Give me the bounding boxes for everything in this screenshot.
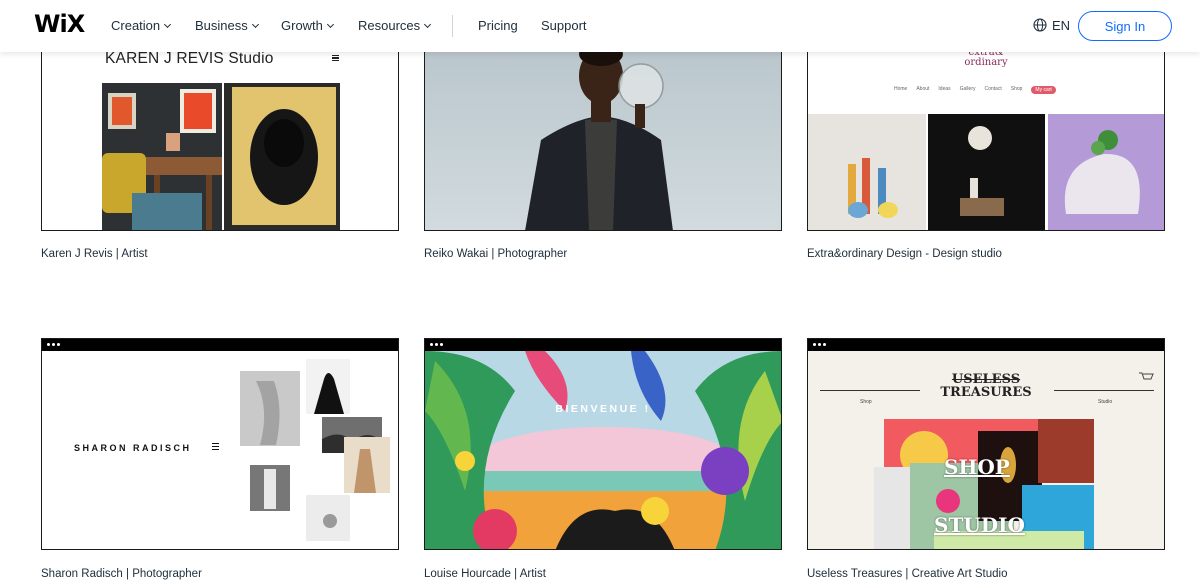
colorful-jungle-artwork (425, 351, 781, 549)
language-selector[interactable]: EN (1052, 18, 1070, 33)
nav-support[interactable]: Support (541, 18, 587, 33)
nav-growth[interactable]: Growth (281, 18, 334, 33)
site-title: SHARON RADISCH (74, 443, 192, 453)
site-nav-studio: Studio (1098, 399, 1113, 405)
menu-icon (212, 443, 219, 450)
wix-logo[interactable]: WiX (34, 10, 85, 38)
template-caption[interactable]: Reiko Wakai | Photographer (424, 248, 567, 260)
site-title-line2: TREASURES (940, 385, 1032, 400)
nav-creation[interactable]: Creation (111, 18, 172, 33)
chevron-down-icon (164, 20, 172, 29)
site-menu-item: Gallery (959, 86, 976, 92)
globe-icon[interactable] (1033, 18, 1047, 32)
browser-bar (425, 339, 781, 351)
top-navigation: WiX Creation Business Growth Resources P… (0, 0, 1200, 52)
template-thumbnail[interactable]: BIENVENUE ! (424, 338, 782, 550)
site-title: BIENVENUE ! (555, 403, 651, 415)
overlay-studio-text: STUDIO (934, 513, 1025, 537)
template-thumbnail[interactable]: SHARON RADISCH (41, 338, 399, 550)
site-menu-item: Contact (984, 86, 1002, 92)
site-cart-button: My cart (1031, 86, 1056, 94)
chevron-down-icon (251, 20, 259, 29)
template-caption[interactable]: Louise Hourcade | Artist (424, 568, 546, 580)
template-caption[interactable]: Sharon Radisch | Photographer (41, 568, 202, 580)
nav-resources[interactable]: Resources (358, 18, 432, 33)
site-menu-item: Ideas (938, 86, 951, 92)
template-caption[interactable]: Useless Treasures | Creative Art Studio (807, 568, 1008, 580)
photo-collage (240, 359, 390, 541)
sign-in-button[interactable]: Sign In (1078, 11, 1172, 41)
site-menu-item: Shop (1010, 86, 1023, 92)
template-caption[interactable]: Extra&ordinary Design - Design studio (807, 248, 1002, 260)
site-title: KAREN J REVIS Studio (105, 50, 274, 67)
design-products-photos (808, 114, 1164, 230)
nav-growth-label: Growth (281, 18, 323, 33)
chevron-down-icon (424, 20, 432, 29)
nav-pricing[interactable]: Pricing (478, 18, 518, 33)
nav-divider (452, 15, 453, 37)
nav-business[interactable]: Business (195, 18, 259, 33)
site-menu-item: Home (894, 86, 908, 92)
artist-studio-photo (102, 83, 340, 230)
template-thumbnail[interactable]: USELESS TREASURES Shop Studio SHOP STUDI… (807, 338, 1165, 550)
browser-bar (42, 339, 398, 351)
nav-business-label: Business (195, 18, 248, 33)
nav-creation-label: Creation (111, 18, 161, 33)
template-caption[interactable]: Karen J Revis | Artist (41, 248, 148, 260)
overlay-shop-text: SHOP (944, 455, 1010, 479)
cart-icon (1139, 372, 1154, 380)
browser-bar (808, 339, 1164, 351)
nav-resources-label: Resources (358, 18, 421, 33)
site-menu: Home About Ideas Gallery Contact Shop My… (894, 86, 1056, 94)
site-nav-shop: Shop (860, 399, 872, 405)
menu-icon (332, 55, 339, 61)
site-menu-item: About (916, 86, 930, 92)
chevron-down-icon (326, 20, 334, 29)
